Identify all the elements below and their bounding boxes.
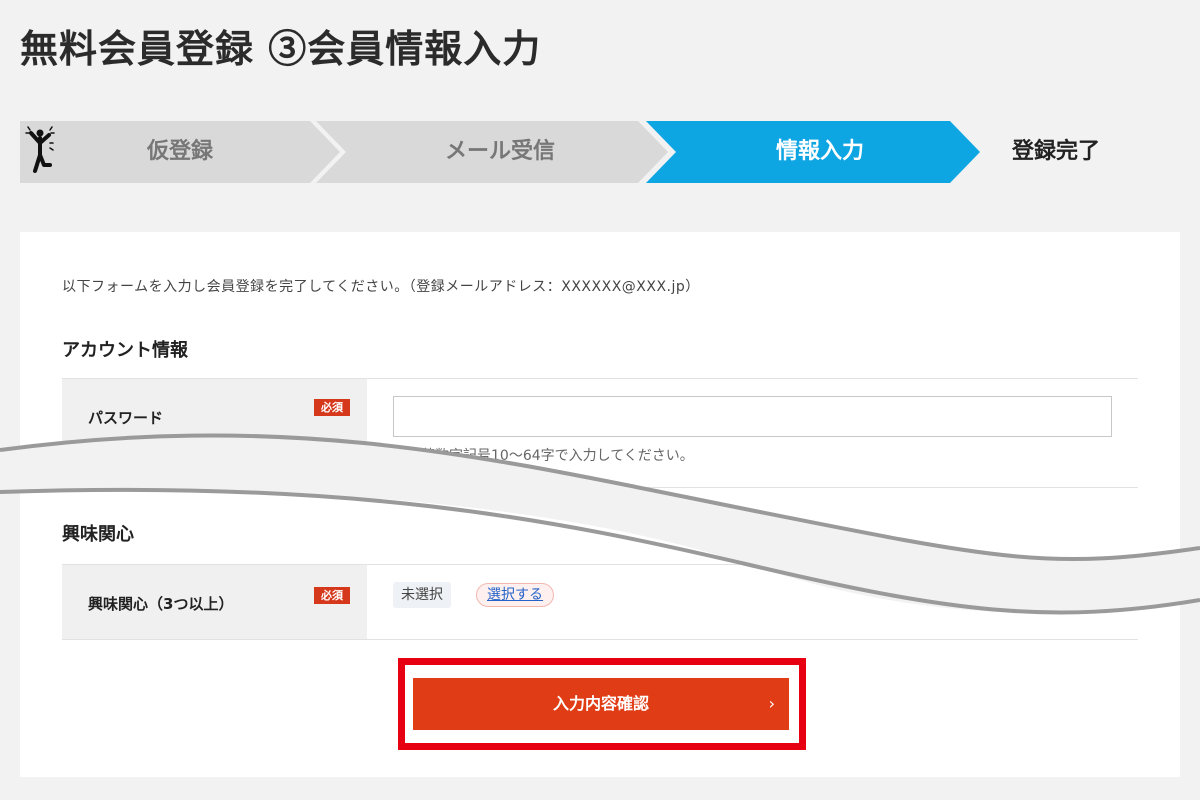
form-intro-text: 以下フォームを入力し会員登録を完了してください。（登録メールアドレス：XXXXX… bbox=[62, 279, 700, 295]
select-interests-link[interactable]: 選択する bbox=[476, 583, 554, 607]
password-row: パスワード 必須 半角英数字記号10〜64字で入力してください。 bbox=[62, 378, 1138, 488]
step-2-label: メール受信 bbox=[444, 139, 555, 164]
step-1-label: 仮登録 bbox=[146, 139, 213, 164]
account-section-title: アカウント情報 bbox=[62, 340, 188, 361]
password-input[interactable] bbox=[393, 396, 1112, 437]
chevron-right-icon: › bbox=[768, 694, 775, 713]
interests-label: 興味関心（3つ以上） bbox=[88, 595, 234, 613]
step-4-label: 登録完了 bbox=[1012, 139, 1101, 164]
confirm-button-highlight: 入力内容確認 › bbox=[398, 658, 806, 750]
confirm-button-label: 入力内容確認 bbox=[552, 694, 649, 713]
required-badge: 必須 bbox=[314, 399, 350, 416]
person-cheering-icon bbox=[25, 126, 55, 173]
password-label-cell: パスワード 必須 bbox=[62, 379, 367, 487]
confirm-input-button[interactable]: 入力内容確認 › bbox=[413, 678, 789, 730]
page-title: 無料会員登録 ③会員情報入力 bbox=[20, 26, 542, 71]
interests-row: 興味関心（3つ以上） 必須 未選択 選択する bbox=[62, 564, 1138, 640]
progress-steps: 仮登録 メール受信 情報入力 登録完了 bbox=[20, 121, 1180, 183]
interests-status: 未選択 bbox=[393, 582, 451, 608]
interest-section-title: 興味関心 bbox=[62, 524, 134, 545]
password-hint: 半角英数字記号10〜64字で入力してください。 bbox=[393, 448, 694, 464]
registration-form-card: 以下フォームを入力し会員登録を完了してください。（登録メールアドレス：XXXXX… bbox=[20, 232, 1180, 777]
interests-label-cell: 興味関心（3つ以上） 必須 bbox=[62, 565, 367, 639]
password-label: パスワード bbox=[88, 409, 164, 427]
step-3-label: 情報入力 bbox=[775, 139, 864, 164]
required-badge: 必須 bbox=[314, 587, 350, 604]
